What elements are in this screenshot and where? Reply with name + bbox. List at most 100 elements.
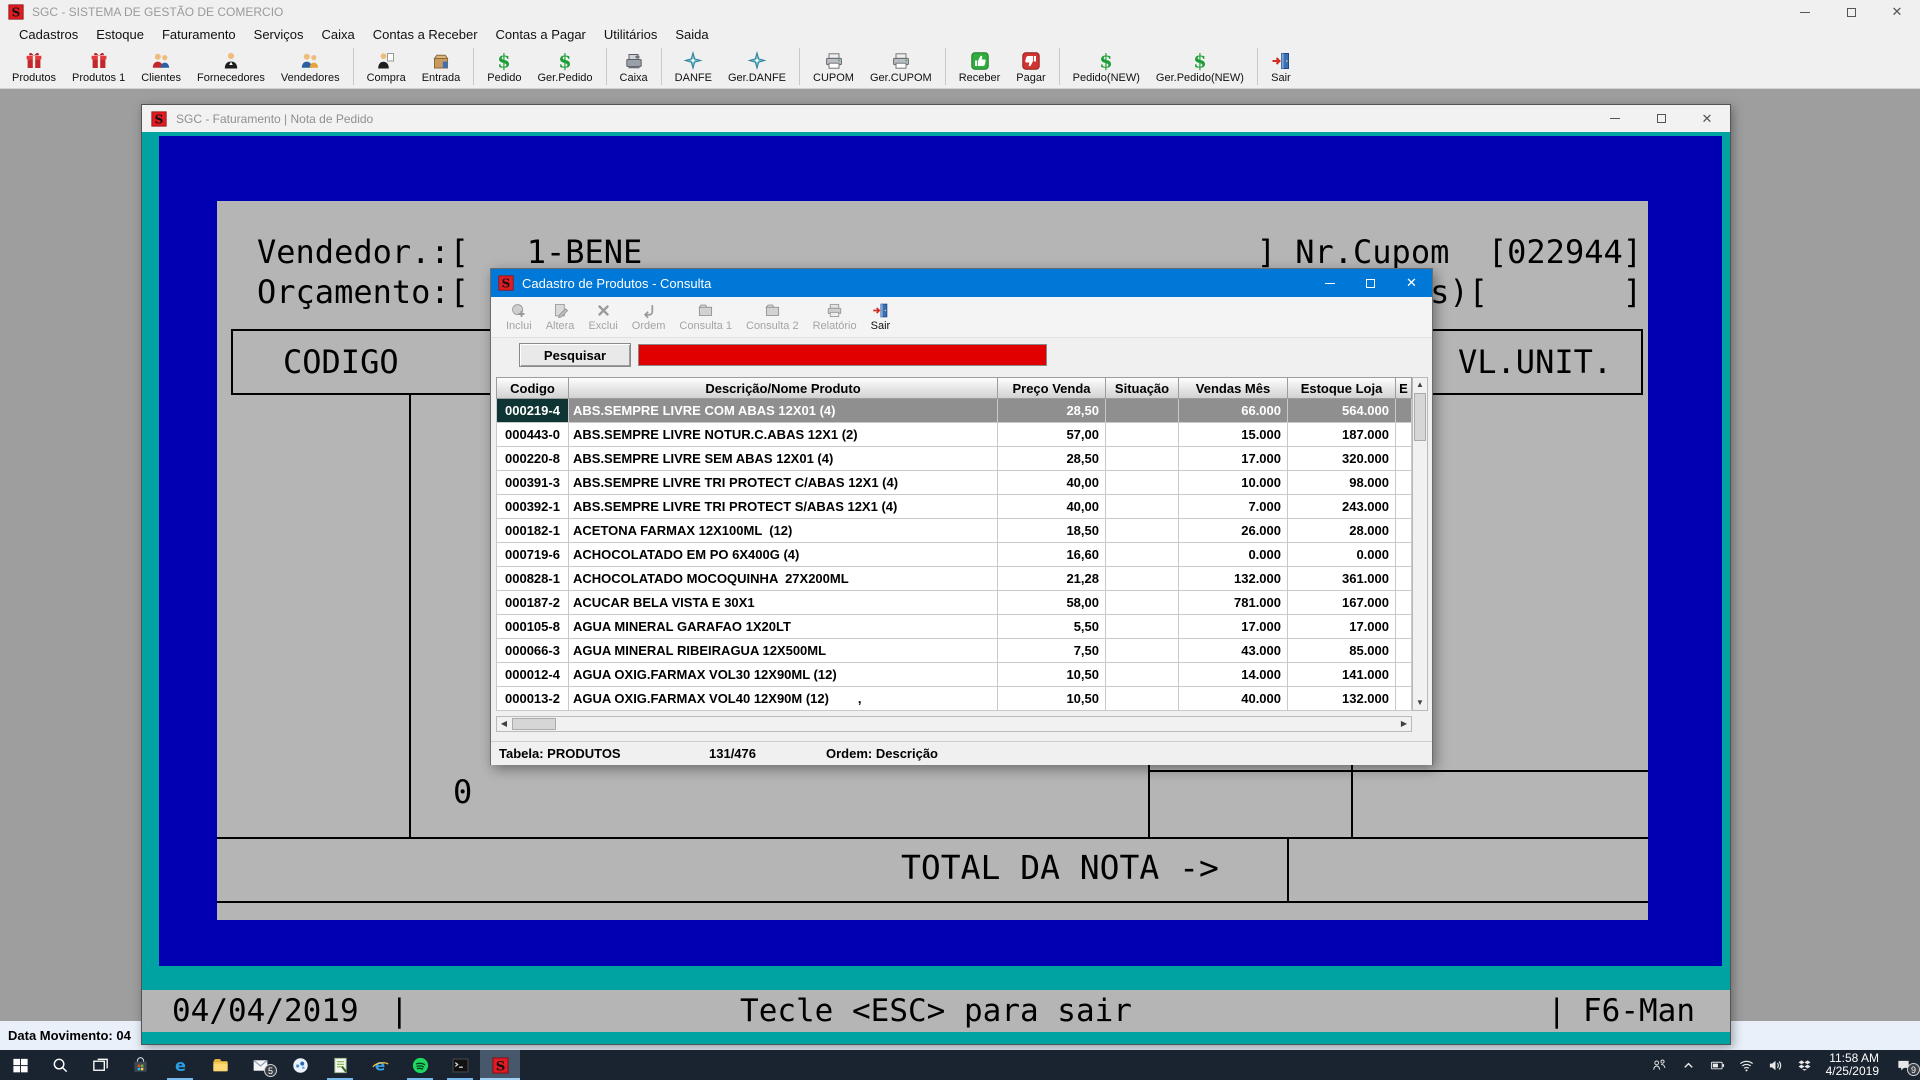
toolbar-button-vendedores[interactable]: Vendedores	[273, 45, 348, 88]
search-input[interactable]	[638, 344, 1047, 366]
menu-item-estoque[interactable]: Estoque	[87, 27, 153, 42]
task-view-icon[interactable]	[80, 1050, 120, 1080]
start-button[interactable]	[0, 1050, 40, 1080]
pesquisar-button[interactable]: Pesquisar	[519, 343, 631, 367]
table-row[interactable]: 000443-0 ABS.SEMPRE LIVRE NOTUR.C.ABAS 1…	[496, 423, 1412, 447]
toolbar-button-pedido[interactable]: $ Pedido	[479, 45, 529, 88]
file-explorer-icon[interactable]	[200, 1050, 240, 1080]
dropbox-icon[interactable]	[1790, 1050, 1819, 1080]
close-button[interactable]: ✕	[1391, 269, 1432, 297]
toolbar-button-ger-pedido[interactable]: $ Ger.Pedido	[530, 45, 601, 88]
spotify-icon[interactable]	[400, 1050, 440, 1080]
menu-item-cadastros[interactable]: Cadastros	[10, 27, 87, 42]
toolbar-button-pedido-new[interactable]: $ Pedido(NEW)	[1065, 45, 1148, 88]
dialog-button-exclui[interactable]: Exclui	[581, 301, 624, 333]
speaker-icon[interactable]	[1761, 1050, 1790, 1080]
table-row[interactable]: 000828-1 ACHOCOLATADO MOCOQUINHA 27X200M…	[496, 567, 1412, 591]
maximize-button[interactable]	[1638, 105, 1684, 132]
dialog-button-relat-rio[interactable]: Relatório	[806, 301, 864, 333]
toolbar-button-sair[interactable]: Sair	[1263, 45, 1299, 88]
table-row[interactable]: 000719-6 ACHOCOLATADO EM PO 6X400G (4) 1…	[496, 543, 1412, 567]
store-icon[interactable]	[120, 1050, 160, 1080]
dialog-button-ordem[interactable]: Ordem	[625, 301, 673, 333]
scroll-left-icon[interactable]: ◀	[497, 717, 511, 731]
internet-explorer-icon[interactable]: e	[360, 1050, 400, 1080]
table-row[interactable]: 000187-2 ACUCAR BELA VISTA E 30X1 58,00 …	[496, 591, 1412, 615]
vendor-field[interactable]: Vendedor.:[ 1-BENE	[257, 235, 642, 269]
notes-app-icon[interactable]	[320, 1050, 360, 1080]
menu-item-contas-a-receber[interactable]: Contas a Receber	[364, 27, 487, 42]
horizontal-scrollbar[interactable]: ◀ ▶	[496, 716, 1412, 732]
dialog-button-consulta-1[interactable]: Consulta 1	[672, 301, 739, 333]
column-header-estoque-loja[interactable]: Estoque Loja	[1288, 377, 1396, 399]
toolbar-button-caixa[interactable]: Caixa	[612, 45, 656, 88]
maximize-button[interactable]	[1350, 269, 1391, 297]
toolbar-button-fornecedores[interactable]: Fornecedores	[189, 45, 273, 88]
menu-item-saida[interactable]: Saida	[666, 27, 717, 42]
toolbar-button-clientes[interactable]: Clientes	[133, 45, 189, 88]
search-icon[interactable]	[40, 1050, 80, 1080]
taskbar-clock[interactable]: 11:58 AM 4/25/2019	[1826, 1052, 1879, 1078]
budget-field[interactable]: Orçamento:[	[257, 275, 469, 309]
scroll-down-icon[interactable]: ▼	[1413, 696, 1427, 710]
dialog-button-sair[interactable]: Sair	[864, 301, 898, 333]
menu-item-faturamento[interactable]: Faturamento	[153, 27, 245, 42]
column-header-e[interactable]: E	[1396, 377, 1412, 399]
sgc-app-icon[interactable]: S	[480, 1050, 520, 1080]
toolbar-button-ger-danfe[interactable]: Ger.DANFE	[720, 45, 794, 88]
toolbar-button-cupom[interactable]: CUPOM	[805, 45, 862, 88]
dialog-button-consulta-2[interactable]: Consulta 2	[739, 301, 806, 333]
minimize-button[interactable]	[1592, 105, 1638, 132]
column-header-vendas-m-s[interactable]: Vendas Mês	[1179, 377, 1288, 399]
menu-item-contas-a-pagar[interactable]: Contas a Pagar	[487, 27, 595, 42]
scroll-right-icon[interactable]: ▶	[1397, 717, 1411, 731]
table-row[interactable]: 000105-8 AGUA MINERAL GARAFAO 1X20LT 5,5…	[496, 615, 1412, 639]
people-icon[interactable]	[1645, 1050, 1674, 1080]
vertical-scroll-thumb[interactable]	[1414, 393, 1426, 441]
msn-icon[interactable]	[280, 1050, 320, 1080]
command-prompt-icon[interactable]	[440, 1050, 480, 1080]
minimize-button[interactable]	[1309, 269, 1350, 297]
toolbar-button-produtos-1[interactable]: Produtos 1	[64, 45, 133, 88]
maximize-button[interactable]	[1828, 0, 1874, 24]
menu-item-utilit-rios[interactable]: Utilitários	[595, 27, 666, 42]
chevron-up-icon[interactable]	[1674, 1050, 1703, 1080]
battery-icon[interactable]	[1703, 1050, 1732, 1080]
dialog-button-altera[interactable]: Altera	[539, 301, 582, 333]
table-row[interactable]: 000013-2 AGUA OXIG.FARMAX VOL40 12X90M (…	[496, 687, 1412, 711]
table-row[interactable]: 000066-3 AGUA MINERAL RIBEIRAGUA 12X500M…	[496, 639, 1412, 663]
scroll-up-icon[interactable]: ▲	[1413, 378, 1427, 392]
toolbar-button-receber[interactable]: Receber	[951, 45, 1009, 88]
table-row[interactable]: 000220-8 ABS.SEMPRE LIVRE SEM ABAS 12X01…	[496, 447, 1412, 471]
column-header-situa-o[interactable]: Situação	[1106, 377, 1179, 399]
column-header-descri-o-nome-produto[interactable]: Descrição/Nome Produto	[569, 377, 998, 399]
menu-item-servi-os[interactable]: Serviços	[245, 27, 313, 42]
dialog-button-inclui[interactable]: Inclui	[499, 301, 539, 333]
toolbar-button-compra[interactable]: Compra	[359, 45, 414, 88]
table-row[interactable]: 000392-1 ABS.SEMPRE LIVRE TRI PROTECT S/…	[496, 495, 1412, 519]
edge-icon[interactable]: e	[160, 1050, 200, 1080]
toolbar-button-ger-pedido-new[interactable]: $ Ger.Pedido(NEW)	[1148, 45, 1252, 88]
close-button[interactable]: ✕	[1874, 0, 1920, 24]
menu-item-caixa[interactable]: Caixa	[313, 27, 364, 42]
minimize-button[interactable]	[1782, 0, 1828, 24]
column-header-pre-o-venda[interactable]: Preço Venda	[998, 377, 1106, 399]
toolbar-button-produtos[interactable]: Produtos	[4, 45, 64, 88]
toolbar-button-ger-cupom[interactable]: Ger.CUPOM	[862, 45, 940, 88]
table-row[interactable]: 000182-1 ACETONA FARMAX 12X100ML (12) 18…	[496, 519, 1412, 543]
notification-center-icon[interactable]: 9	[1886, 1050, 1920, 1080]
column-header-codigo[interactable]: Codigo	[496, 377, 569, 399]
toolbar-button-pagar[interactable]: Pagar	[1008, 45, 1053, 88]
main-window-title: SGC - SISTEMA DE GESTÃO DE COMERCIO	[32, 5, 283, 19]
cell-code: 000828-1	[496, 567, 569, 591]
mail-icon[interactable]: 5	[240, 1050, 280, 1080]
vertical-scrollbar[interactable]: ▲ ▼	[1412, 377, 1428, 711]
toolbar-button-danfe[interactable]: DANFE	[667, 45, 720, 88]
table-row[interactable]: 000012-4 AGUA OXIG.FARMAX VOL30 12X90ML …	[496, 663, 1412, 687]
table-row[interactable]: 000391-3 ABS.SEMPRE LIVRE TRI PROTECT C/…	[496, 471, 1412, 495]
wifi-icon[interactable]	[1732, 1050, 1761, 1080]
table-row[interactable]: 000219-4 ABS.SEMPRE LIVRE COM ABAS 12X01…	[496, 399, 1412, 423]
toolbar-button-entrada[interactable]: Entrada	[414, 45, 469, 88]
close-button[interactable]: ✕	[1684, 105, 1730, 132]
horizontal-scroll-thumb[interactable]	[512, 718, 556, 730]
